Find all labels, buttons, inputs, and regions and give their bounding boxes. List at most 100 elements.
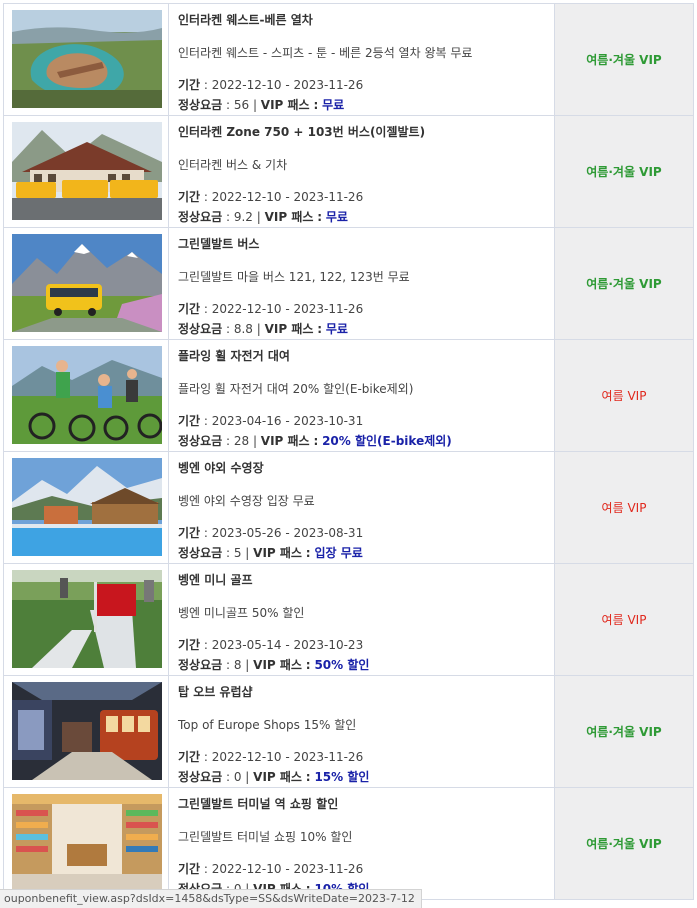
item-description: 벵엔 미니골프 50% 할인	[178, 606, 305, 620]
price-value: 28	[233, 434, 250, 448]
vip-cell: 여름·겨울 VIP	[555, 676, 694, 787]
price-value: 0	[233, 770, 242, 784]
item-period: 기간 : 2023-04-16 - 2023-10-31	[178, 414, 364, 428]
table-row: 벵엔 미니 골프 벵엔 미니골프 50% 할인 기간 : 2023-05-14 …	[4, 564, 694, 676]
vip-pass-label: VIP 패스	[264, 322, 314, 336]
item-description: 벵엔 야외 수영장 입장 무료	[178, 494, 315, 508]
vip-pass-label: VIP 패스	[264, 210, 314, 224]
vip-pass-label: VIP 패스	[253, 658, 302, 672]
item-price: 정상요금 : 0 | VIP 패스 : 15% 할인	[178, 770, 370, 784]
info-cell: 그린델발트 버스 그린델발트 마을 버스 121, 122, 123번 무료 기…	[169, 228, 555, 339]
station-buses-photo[interactable]	[12, 122, 162, 220]
item-description: 인터라켄 웨스트 - 스피츠 - 툰 - 베른 2등석 열차 왕복 무료	[178, 46, 473, 60]
item-price: 정상요금 : 9.2 | VIP 패스 : 무료	[178, 210, 348, 224]
mountain-bus-photo[interactable]	[12, 234, 162, 332]
period-value: 2022-12-10 - 2023-11-26	[211, 862, 364, 876]
period-value: 2022-12-10 - 2023-11-26	[211, 190, 364, 204]
item-title[interactable]: 플라잉 휠 자전거 대여	[178, 347, 546, 367]
image-cell	[4, 228, 169, 339]
item-price: 정상요금 : 8 | VIP 패스 : 50% 할인	[178, 658, 370, 672]
vip-benefit-value: 15% 할인	[314, 770, 370, 784]
vip-badge: 여름·겨울 VIP	[586, 725, 662, 739]
info-cell: 인터라켄 웨스트-베른 열차 인터라켄 웨스트 - 스피츠 - 툰 - 베른 2…	[169, 4, 555, 115]
price-label: 정상요금	[178, 770, 223, 784]
item-description: Top of Europe Shops 15% 할인	[178, 718, 357, 732]
aerial-river-town-photo[interactable]	[12, 10, 162, 108]
period-label: 기간	[178, 190, 201, 204]
item-period: 기간 : 2022-12-10 - 2023-11-26	[178, 302, 364, 316]
vip-benefit-value: 50% 할인	[314, 658, 370, 672]
price-label: 정상요금	[178, 322, 223, 336]
vip-pass-label: VIP 패스	[253, 770, 302, 784]
vip-benefit-value: 무료	[325, 322, 348, 336]
info-cell: 탑 오브 유럽샵 Top of Europe Shops 15% 할인 기간 :…	[169, 676, 555, 787]
vip-badge: 여름·겨울 VIP	[586, 165, 662, 179]
table-row: 그린델발트 버스 그린델발트 마을 버스 121, 122, 123번 무료 기…	[4, 228, 694, 340]
info-cell: 그린델발트 터미널 역 쇼핑 할인 그린델발트 터미널 쇼핑 10% 할인 기간…	[169, 788, 555, 899]
price-value: 56	[233, 98, 250, 112]
item-title[interactable]: 그린델발트 버스	[178, 235, 546, 255]
item-title[interactable]: 벵엔 미니 골프	[178, 571, 546, 591]
price-label: 정상요금	[178, 434, 223, 448]
train-shop-photo[interactable]	[12, 682, 162, 780]
vip-badge: 여름·겨울 VIP	[586, 277, 662, 291]
item-description: 플라잉 휠 자전거 대여 20% 할인(E-bike제외)	[178, 382, 414, 396]
item-title[interactable]: 인터라켄 웨스트-베른 열차	[178, 11, 546, 31]
info-cell: 벵엔 야외 수영장 벵엔 야외 수영장 입장 무료 기간 : 2023-05-2…	[169, 452, 555, 563]
period-label: 기간	[178, 638, 201, 652]
item-title[interactable]: 그린델발트 터미널 역 쇼핑 할인	[178, 795, 546, 815]
table-row: 플라잉 휠 자전거 대여 플라잉 휠 자전거 대여 20% 할인(E-bike제…	[4, 340, 694, 452]
item-period: 기간 : 2022-12-10 - 2023-11-26	[178, 862, 364, 876]
period-value: 2022-12-10 - 2023-11-26	[211, 302, 364, 316]
item-description: 인터라켄 버스 & 기차	[178, 158, 288, 172]
table-row: 인터라켄 Zone 750 + 103번 버스(이젤발트) 인터라켄 버스 & …	[4, 116, 694, 228]
family-bikes-photo[interactable]	[12, 346, 162, 444]
period-label: 기간	[178, 862, 201, 876]
vip-benefit-value: 무료	[325, 210, 348, 224]
item-title[interactable]: 벵엔 야외 수영장	[178, 459, 546, 479]
vip-benefit-value: 20% 할인(E-bike제외)	[322, 434, 452, 448]
image-cell	[4, 788, 169, 899]
vip-badge: 여름 VIP	[601, 389, 647, 403]
item-period: 기간 : 2023-05-26 - 2023-08-31	[178, 526, 364, 540]
item-title[interactable]: 인터라켄 Zone 750 + 103번 버스(이젤발트)	[178, 123, 546, 143]
vip-badge: 여름·겨울 VIP	[586, 53, 662, 67]
item-period: 기간 : 2022-12-10 - 2023-11-26	[178, 750, 364, 764]
outdoor-pool-photo[interactable]	[12, 458, 162, 556]
price-value: 8	[233, 658, 242, 672]
image-cell	[4, 340, 169, 451]
item-price: 정상요금 : 28 | VIP 패스 : 20% 할인(E-bike제외)	[178, 434, 452, 448]
mini-golf-photo[interactable]	[12, 570, 162, 668]
image-cell	[4, 564, 169, 675]
info-cell: 인터라켄 Zone 750 + 103번 버스(이젤발트) 인터라켄 버스 & …	[169, 116, 555, 227]
item-period: 기간 : 2023-05-14 - 2023-10-23	[178, 638, 364, 652]
vip-pass-label: VIP 패스	[260, 434, 310, 448]
info-cell: 벵엔 미니 골프 벵엔 미니골프 50% 할인 기간 : 2023-05-14 …	[169, 564, 555, 675]
table-row: 탑 오브 유럽샵 Top of Europe Shops 15% 할인 기간 :…	[4, 676, 694, 788]
vip-benefit-value: 무료	[322, 98, 345, 112]
vip-cell: 여름 VIP	[555, 564, 694, 675]
vip-cell: 여름·겨울 VIP	[555, 788, 694, 899]
item-title[interactable]: 탑 오브 유럽샵	[178, 683, 546, 703]
item-period: 기간 : 2022-12-10 - 2023-11-26	[178, 190, 364, 204]
period-value: 2023-04-16 - 2023-10-31	[211, 414, 364, 428]
period-label: 기간	[178, 78, 201, 92]
item-price: 정상요금 : 8.8 | VIP 패스 : 무료	[178, 322, 348, 336]
vip-cell: 여름·겨울 VIP	[555, 116, 694, 227]
period-value: 2022-12-10 - 2023-11-26	[211, 750, 364, 764]
vip-cell: 여름 VIP	[555, 452, 694, 563]
vip-benefit-value: 입장 무료	[314, 546, 363, 560]
period-value: 2023-05-26 - 2023-08-31	[211, 526, 364, 540]
item-period: 기간 : 2022-12-10 - 2023-11-26	[178, 78, 364, 92]
image-cell	[4, 4, 169, 115]
vip-badge: 여름 VIP	[601, 613, 647, 627]
table-row: 인터라켄 웨스트-베른 열차 인터라켄 웨스트 - 스피츠 - 툰 - 베른 2…	[4, 4, 694, 116]
period-value: 2022-12-10 - 2023-11-26	[211, 78, 364, 92]
benefits-table: 인터라켄 웨스트-베른 열차 인터라켄 웨스트 - 스피츠 - 툰 - 베른 2…	[3, 3, 694, 900]
status-bar-url: ouponbenefit_view.asp?dsIdx=1458&dsType=…	[0, 889, 422, 908]
vip-cell: 여름·겨울 VIP	[555, 228, 694, 339]
vip-cell: 여름 VIP	[555, 340, 694, 451]
image-cell	[4, 116, 169, 227]
terminal-store-photo[interactable]	[12, 794, 162, 892]
price-label: 정상요금	[178, 98, 223, 112]
